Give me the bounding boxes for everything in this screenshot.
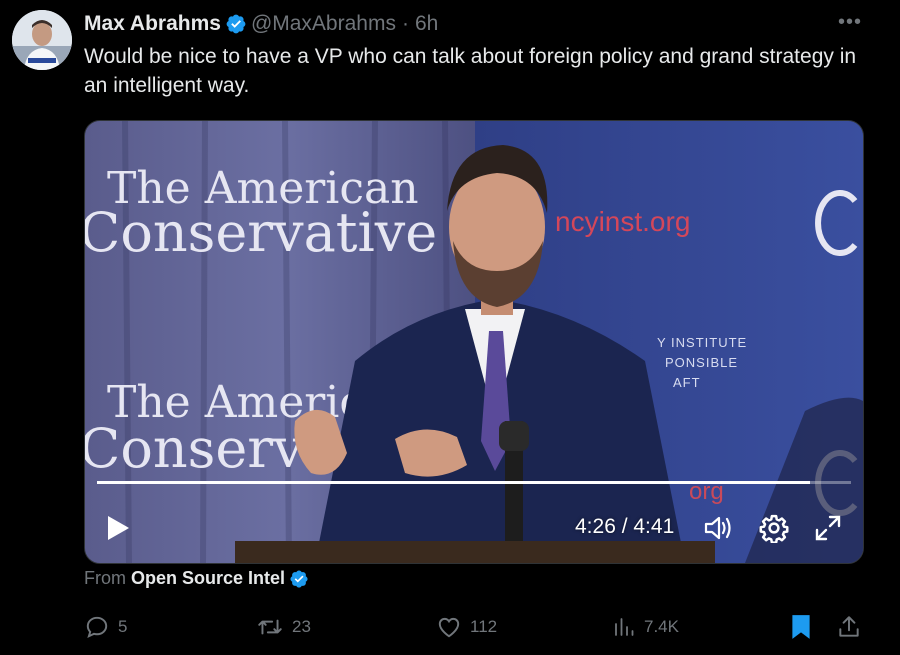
- video-progress-fill: [97, 481, 810, 484]
- verified-badge-icon: [225, 13, 247, 35]
- fullscreen-expand-icon[interactable]: [813, 513, 843, 543]
- media-source-attribution: From Open Source Intel: [84, 568, 313, 589]
- backdrop-text: ncyinst.org: [555, 206, 690, 237]
- backdrop-text: PONSIBLE: [665, 355, 738, 370]
- like-count: 112: [470, 617, 498, 636]
- author-handle[interactable]: @MaxAbrahms: [251, 12, 396, 36]
- bookmark-button[interactable]: [790, 612, 820, 642]
- reply-count: 5: [118, 617, 128, 636]
- video-player[interactable]: The American Conservative The America Co…: [84, 120, 864, 564]
- backdrop-text: Conserv: [85, 417, 304, 480]
- like-button[interactable]: 112: [436, 612, 497, 642]
- backdrop-text: Conservative: [85, 201, 437, 264]
- more-horizontal-icon[interactable]: •••: [838, 12, 862, 32]
- separator-dot: ·: [401, 12, 409, 35]
- retweet-count: 23: [292, 617, 311, 636]
- view-count: 7.4K: [644, 617, 679, 636]
- heart-icon: [438, 617, 460, 638]
- author-avatar[interactable]: [12, 10, 72, 70]
- tweet-timestamp[interactable]: 6h: [415, 12, 438, 36]
- tweet[interactable]: Max Abrahms @MaxAbrahms · 6h ••• Would b…: [0, 0, 900, 655]
- reply-icon: [86, 616, 108, 639]
- retweet-icon: [258, 619, 282, 635]
- source-account-link[interactable]: Open Source Intel: [131, 568, 285, 589]
- verified-badge-icon: [289, 569, 309, 589]
- tweet-action-bar: 5 23 112 7.4K: [84, 612, 874, 642]
- author-name[interactable]: Max Abrahms: [84, 12, 221, 36]
- video-progress-bar[interactable]: [97, 481, 851, 484]
- views-button[interactable]: 7.4K: [612, 612, 679, 642]
- video-time-display: 4:26 / 4:41: [575, 515, 675, 538]
- tweet-text: Would be nice to have a VP who can talk …: [84, 45, 857, 97]
- retweet-button[interactable]: 23: [256, 612, 311, 642]
- backdrop-text: AFT: [673, 375, 701, 390]
- share-upload-icon: [839, 616, 859, 637]
- source-prefix: From: [84, 568, 126, 588]
- backdrop-text: Y INSTITUTE: [657, 335, 747, 350]
- settings-gear-icon[interactable]: [759, 513, 789, 544]
- video-frame[interactable]: The American Conservative The America Co…: [85, 121, 863, 563]
- video-controls: 4:26 / 4:41: [85, 509, 863, 545]
- play-icon[interactable]: [105, 514, 131, 542]
- reply-button[interactable]: 5: [84, 612, 127, 642]
- analytics-bar-chart-icon: [615, 618, 634, 636]
- share-button[interactable]: [836, 612, 870, 642]
- volume-icon[interactable]: [703, 513, 733, 543]
- tweet-header: Max Abrahms @MaxAbrahms · 6h: [84, 10, 438, 38]
- bookmark-filled-icon: [792, 615, 810, 639]
